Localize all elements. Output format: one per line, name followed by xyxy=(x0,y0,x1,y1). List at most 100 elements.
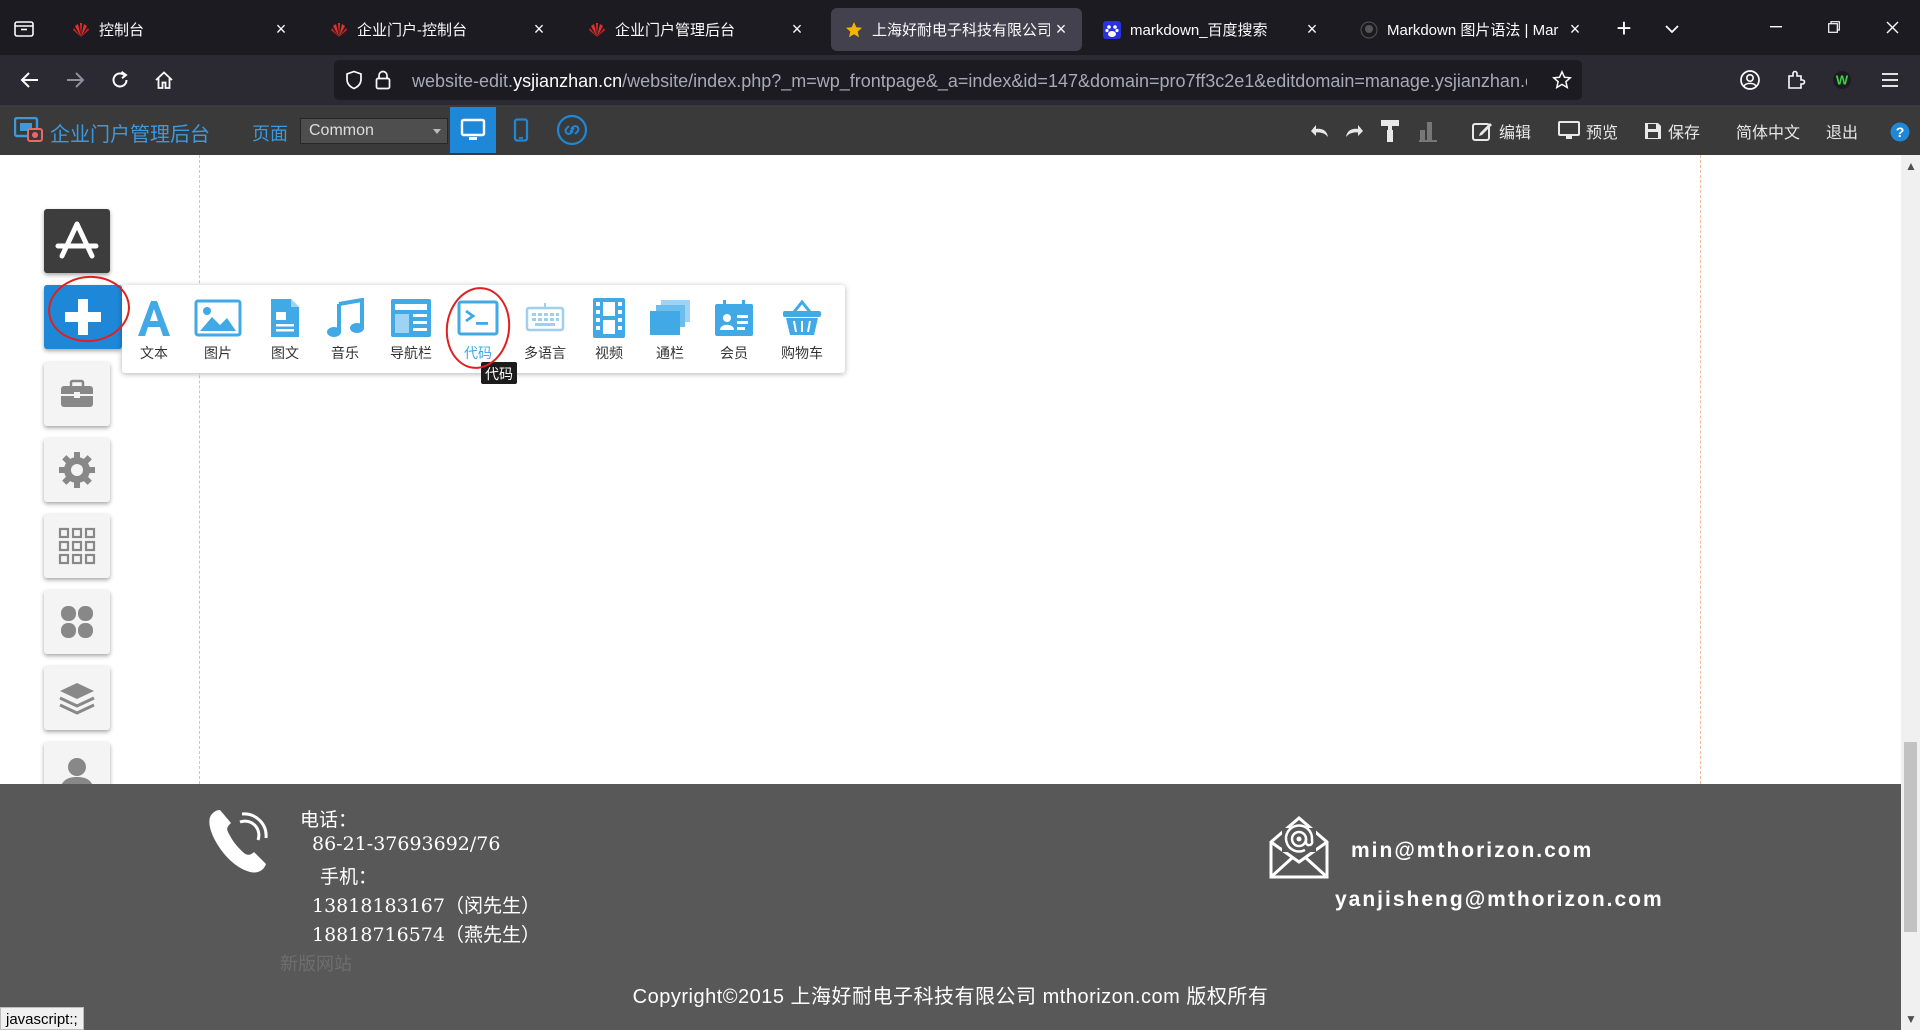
tab-3-active[interactable]: 上海好耐电子科技有限公司 × xyxy=(831,8,1082,51)
window-close-icon[interactable] xyxy=(1870,12,1914,42)
reload-icon[interactable] xyxy=(104,64,136,96)
module-multilang[interactable]: 多语言 xyxy=(515,295,575,367)
mobile-number-2: 18818716574（燕先生） xyxy=(312,924,540,946)
image-icon xyxy=(194,295,242,341)
right-guide-line xyxy=(1700,155,1701,784)
settings-button[interactable] xyxy=(44,438,110,502)
url-rest: /website/index.php?_m=wp_frontpage&_a=in… xyxy=(622,71,1527,91)
format-painter-icon[interactable] xyxy=(1380,118,1406,144)
url-prefix: website-edit. xyxy=(412,71,514,91)
undo-icon[interactable] xyxy=(1310,118,1336,144)
new-tab-button[interactable]: + xyxy=(1608,14,1640,44)
scroll-down-icon[interactable]: ▼ xyxy=(1905,1012,1917,1026)
link-view-button[interactable] xyxy=(553,107,591,153)
editor-toolbar: 企业门户管理后台 页面 Common 编辑 预览 保存 简体中文 退出 ? xyxy=(0,105,1920,155)
menu-icon[interactable] xyxy=(1874,64,1906,96)
module-label: 购物车 xyxy=(781,345,823,361)
image-text-icon xyxy=(269,295,301,341)
back-icon[interactable] xyxy=(14,64,46,96)
phone-icon xyxy=(206,808,272,876)
url-text[interactable]: website-edit.ysjianzhan.cn/website/index… xyxy=(412,71,1527,92)
baidu-icon xyxy=(1103,20,1121,39)
page-select-value: Common xyxy=(309,122,374,139)
mobile-number-1: 13818183167（闵先生） xyxy=(312,895,540,917)
module-image[interactable]: 图片 xyxy=(188,295,248,367)
restore-icon[interactable] xyxy=(1812,12,1856,42)
tab-title: 企业门户-控制台 xyxy=(357,22,467,39)
close-icon[interactable]: × xyxy=(1050,19,1072,41)
admin-title: 企业门户管理后台 xyxy=(50,124,210,146)
close-icon[interactable]: × xyxy=(528,19,550,41)
layers-button[interactable] xyxy=(44,666,110,730)
github-icon xyxy=(1360,21,1378,39)
module-music[interactable]: 音乐 xyxy=(315,295,375,367)
tab-manager-icon[interactable] xyxy=(10,14,38,42)
email-1[interactable]: min@mthorizon.com xyxy=(1351,839,1593,863)
grid-apps-button[interactable] xyxy=(44,514,110,578)
home-icon[interactable] xyxy=(148,64,180,96)
page-scrollbar[interactable]: ▲ ▼ xyxy=(1901,155,1920,1030)
module-banner[interactable]: 通栏 xyxy=(640,295,700,367)
page-canvas[interactable] xyxy=(0,155,1901,784)
edit-button[interactable]: 编辑 xyxy=(1471,118,1531,144)
svg-text:W: W xyxy=(1836,73,1849,88)
chart-disabled-icon[interactable] xyxy=(1418,118,1444,144)
browser-tab-strip: 控制台 × 企业门户-控制台 × 企业门户管理后台 × 上海好耐电子科技有限公司… xyxy=(0,0,1920,55)
tab-title: Markdown 图片语法 | Mar xyxy=(1387,22,1559,39)
app-store-button[interactable] xyxy=(44,209,110,273)
toolbox-button[interactable] xyxy=(44,362,110,426)
module-image-text[interactable]: 图文 xyxy=(255,295,315,367)
module-label: 图片 xyxy=(204,345,232,361)
new-site-link[interactable]: 新版网站 xyxy=(280,950,352,976)
tab-4[interactable]: markdown_百度搜索 × xyxy=(1089,8,1333,51)
tab-title: 控制台 xyxy=(99,22,145,39)
module-label: 导航栏 xyxy=(390,345,432,361)
module-text[interactable]: 文本 xyxy=(124,295,184,367)
chevron-down-icon[interactable] xyxy=(1656,14,1688,44)
module-video[interactable]: 视频 xyxy=(579,295,639,367)
module-cart[interactable]: 购物车 xyxy=(772,295,832,367)
dropdown-arrow-icon xyxy=(433,129,441,134)
language-label: 简体中文 xyxy=(1736,125,1801,142)
module-navbar[interactable]: 导航栏 xyxy=(381,295,441,367)
redo-icon[interactable] xyxy=(1344,118,1370,144)
copyright: Copyright©2015 上海好耐电子科技有限公司 mthorizon.co… xyxy=(632,986,1269,1008)
tab-5[interactable]: Markdown 图片语法 | Mar × xyxy=(1346,8,1596,51)
close-icon[interactable]: × xyxy=(1564,19,1586,41)
scroll-thumb[interactable] xyxy=(1904,742,1917,932)
tab-0[interactable]: 控制台 × xyxy=(58,8,302,51)
tab-1[interactable]: 企业门户-控制台 × xyxy=(316,8,560,51)
shield-icon[interactable] xyxy=(344,70,364,90)
forward-icon[interactable] xyxy=(59,64,91,96)
music-icon xyxy=(326,295,364,341)
scroll-up-icon[interactable]: ▲ xyxy=(1905,159,1917,173)
bookmark-star-icon[interactable] xyxy=(1552,70,1572,90)
close-icon[interactable]: × xyxy=(1301,19,1323,41)
video-icon xyxy=(592,295,626,341)
close-icon[interactable]: × xyxy=(270,19,292,41)
tab-2[interactable]: 企业门户管理后台 × xyxy=(574,8,818,51)
minimize-icon[interactable] xyxy=(1754,12,1798,42)
mobile-label: 手机： xyxy=(320,866,378,888)
logout-link[interactable]: 退出 xyxy=(1826,118,1858,144)
save-label: 保存 xyxy=(1668,125,1701,142)
extensions-icon[interactable] xyxy=(1780,64,1812,96)
banner-icon xyxy=(649,295,691,341)
desktop-view-button[interactable] xyxy=(450,107,496,153)
page-select[interactable]: Common xyxy=(300,118,448,144)
module-member[interactable]: 会员 xyxy=(704,295,764,367)
browser-nav-bar: website-edit.ysjianzhan.cn/website/index… xyxy=(0,55,1920,105)
close-icon[interactable]: × xyxy=(786,19,808,41)
extension-w-icon[interactable]: W xyxy=(1826,64,1858,96)
phone-number: 86-21-37693692/76 xyxy=(312,833,501,855)
help-icon[interactable]: ? xyxy=(1890,119,1916,145)
url-bar[interactable]: website-edit.ysjianzhan.cn/website/index… xyxy=(334,60,1582,100)
lock-icon[interactable] xyxy=(374,70,392,90)
save-button[interactable]: 保存 xyxy=(1644,118,1700,144)
account-icon[interactable] xyxy=(1734,64,1766,96)
preview-button[interactable]: 预览 xyxy=(1558,118,1618,144)
language-link[interactable]: 简体中文 xyxy=(1736,118,1800,144)
email-2[interactable]: yanjisheng@mthorizon.com xyxy=(1335,888,1664,912)
widgets-button[interactable] xyxy=(44,590,110,654)
mobile-view-button[interactable] xyxy=(504,107,538,153)
